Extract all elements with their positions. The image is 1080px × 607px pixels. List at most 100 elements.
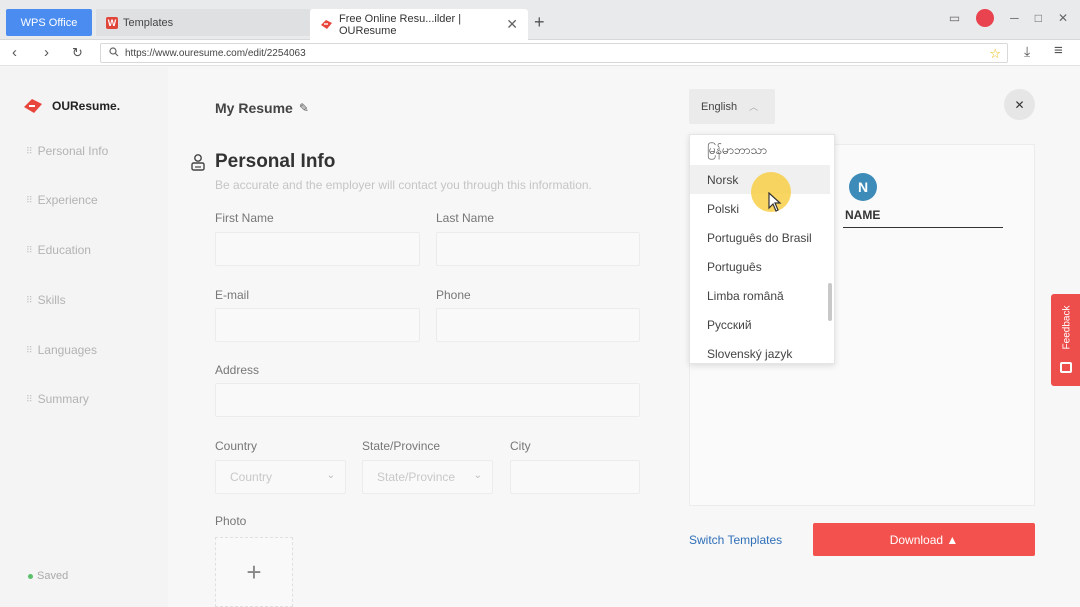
close-icon: ✕ <box>1014 97 1025 112</box>
phone-field[interactable] <box>436 308 640 342</box>
feedback-icon <box>1060 362 1072 373</box>
language-option[interactable]: Limba română <box>690 281 830 310</box>
window-controls: ▭ ─ □ ✕ <box>949 9 1068 27</box>
url-text: https://www.ouresume.com/edit/2254063 <box>125 47 306 59</box>
chevron-down-icon: ⌄ <box>326 470 335 481</box>
sidebar-item-education[interactable]: ⠿ Education <box>26 243 91 257</box>
sidebar-item-label: Experience <box>37 193 98 207</box>
section-subtitle: Be accurate and the employer will contac… <box>215 178 592 192</box>
language-option[interactable]: Português <box>690 252 830 281</box>
city-label: City <box>510 439 531 453</box>
drag-handle-icon[interactable]: ⠿ <box>26 394 33 405</box>
sidebar-item-experience[interactable]: ⠿ Experience <box>26 193 98 207</box>
sidebar-item-languages[interactable]: ⠿ Languages <box>26 343 97 357</box>
account-avatar[interactable] <box>976 9 995 27</box>
language-dropdown: မြန်မာဘာသာ Norsk Polski Português do Bra… <box>689 134 835 364</box>
bookmark-star-icon[interactable]: ☆ <box>989 46 1001 62</box>
first-name-field[interactable] <box>215 232 420 266</box>
state-placeholder: State/Province <box>377 470 456 484</box>
preview-divider <box>843 227 1003 228</box>
sidebar-item-label: Skills <box>37 293 66 307</box>
menu-icon[interactable]: ≡ <box>1054 42 1063 59</box>
first-name-label: First Name <box>215 211 274 225</box>
maximize-icon[interactable]: □ <box>1035 11 1042 25</box>
download-manager-icon[interactable]: ⤓ <box>1024 43 1030 60</box>
drag-handle-icon[interactable]: ⠿ <box>26 245 33 256</box>
sidebar-item-personal-info[interactable]: ⠿ Personal Info <box>26 144 108 158</box>
reader-mode-icon[interactable]: ▭ <box>949 11 960 25</box>
ouresume-logo-icon <box>24 99 42 113</box>
brand-logo[interactable]: OUResume. <box>22 97 120 115</box>
mouse-pointer-icon <box>768 191 782 217</box>
edit-pencil-icon[interactable]: ✎ <box>299 101 309 115</box>
sidebar-item-label: Languages <box>37 343 97 357</box>
drag-handle-icon[interactable]: ⠿ <box>26 295 33 306</box>
brand-name: OUResume. <box>52 99 121 113</box>
address-field[interactable] <box>215 383 640 417</box>
download-button[interactable]: Download ▲ <box>813 523 1035 556</box>
chevron-up-icon: ︿ <box>749 102 759 112</box>
sidebar-item-label: Personal Info <box>37 144 109 158</box>
tab-label: Free Online Resu...ilder | OUResume <box>339 12 462 37</box>
ouresume-favicon-icon <box>320 19 333 30</box>
person-icon <box>190 153 206 176</box>
browser-tab-bar: WPS Office W Templates Free Online Resu.… <box>0 0 1080 40</box>
photo-label: Photo <box>215 514 247 528</box>
resume-title-text: My Resume <box>215 100 293 116</box>
drag-handle-icon[interactable]: ⠿ <box>26 146 33 157</box>
minimize-icon[interactable]: ─ <box>1010 11 1019 25</box>
saved-status: Saved <box>28 570 68 582</box>
url-input[interactable]: https://www.ouresume.com/edit/2254063 ☆ <box>100 43 1008 63</box>
language-option[interactable]: Português do Brasil <box>690 223 830 252</box>
sidebar-item-skills[interactable]: ⠿ Skills <box>26 293 66 307</box>
close-button[interactable]: ✕ <box>1004 89 1035 120</box>
drag-handle-icon[interactable]: ⠿ <box>26 345 33 356</box>
resume-title[interactable]: My Resume ✎ <box>215 100 309 116</box>
dropdown-scrollbar[interactable] <box>828 283 832 321</box>
country-label: Country <box>215 439 258 453</box>
wps-templates-icon: W <box>106 16 118 29</box>
sidebar-item-label: Education <box>37 243 91 257</box>
preview-name: NAME <box>845 208 881 222</box>
search-icon <box>109 46 119 60</box>
sidebar: OUResume. ⠿ Personal Info ⠿ Experience ⠿… <box>0 67 168 607</box>
plus-icon: + <box>246 556 262 587</box>
tab-templates[interactable]: W Templates <box>96 9 310 36</box>
language-select[interactable]: English ︿ <box>689 89 775 124</box>
sidebar-item-summary[interactable]: ⠿ Summary <box>26 392 89 406</box>
forward-icon[interactable]: › <box>44 44 49 61</box>
tab-wps-office[interactable]: WPS Office <box>6 9 92 36</box>
photo-upload-button[interactable]: + <box>215 537 293 607</box>
phone-label: Phone <box>436 288 471 302</box>
country-select[interactable]: Country ⌄ <box>215 460 346 494</box>
language-selected: English <box>701 100 738 113</box>
drag-handle-icon[interactable]: ⠿ <box>26 195 33 206</box>
saved-label: Saved <box>37 570 69 582</box>
switch-templates-link[interactable]: Switch Templates <box>689 533 782 547</box>
preview-avatar: N <box>849 173 877 201</box>
language-option[interactable]: Slovenský jazyk <box>690 339 830 363</box>
tab-ouresume[interactable]: Free Online Resu...ilder | OUResume ✕ <box>310 9 528 40</box>
last-name-field[interactable] <box>436 232 640 266</box>
address-bar: ‹ › ↻ https://www.ouresume.com/edit/2254… <box>0 40 1080 66</box>
language-option[interactable]: Русский <box>690 310 830 339</box>
download-label: Download ▲ <box>889 532 959 547</box>
email-label: E-mail <box>215 288 250 302</box>
close-window-icon[interactable]: ✕ <box>1058 11 1068 25</box>
city-field[interactable] <box>510 460 640 494</box>
section-title: Personal Info <box>215 151 336 172</box>
back-icon[interactable]: ‹ <box>12 44 17 61</box>
state-label: State/Province <box>362 439 441 453</box>
feedback-label: Feedback <box>1061 305 1073 350</box>
language-option[interactable]: မြန်မာဘာသာ <box>690 136 830 165</box>
chevron-down-icon: ⌄ <box>473 470 482 481</box>
new-tab-icon[interactable]: + <box>534 12 545 33</box>
saved-dot-icon <box>28 573 33 579</box>
email-field[interactable] <box>215 308 420 342</box>
close-tab-icon[interactable]: ✕ <box>506 16 518 33</box>
address-label: Address <box>215 363 260 377</box>
state-select[interactable]: State/Province ⌄ <box>362 460 493 494</box>
reload-icon[interactable]: ↻ <box>72 45 83 61</box>
tab-label: WPS Office <box>20 16 78 29</box>
feedback-button[interactable]: Feedback <box>1051 294 1080 386</box>
